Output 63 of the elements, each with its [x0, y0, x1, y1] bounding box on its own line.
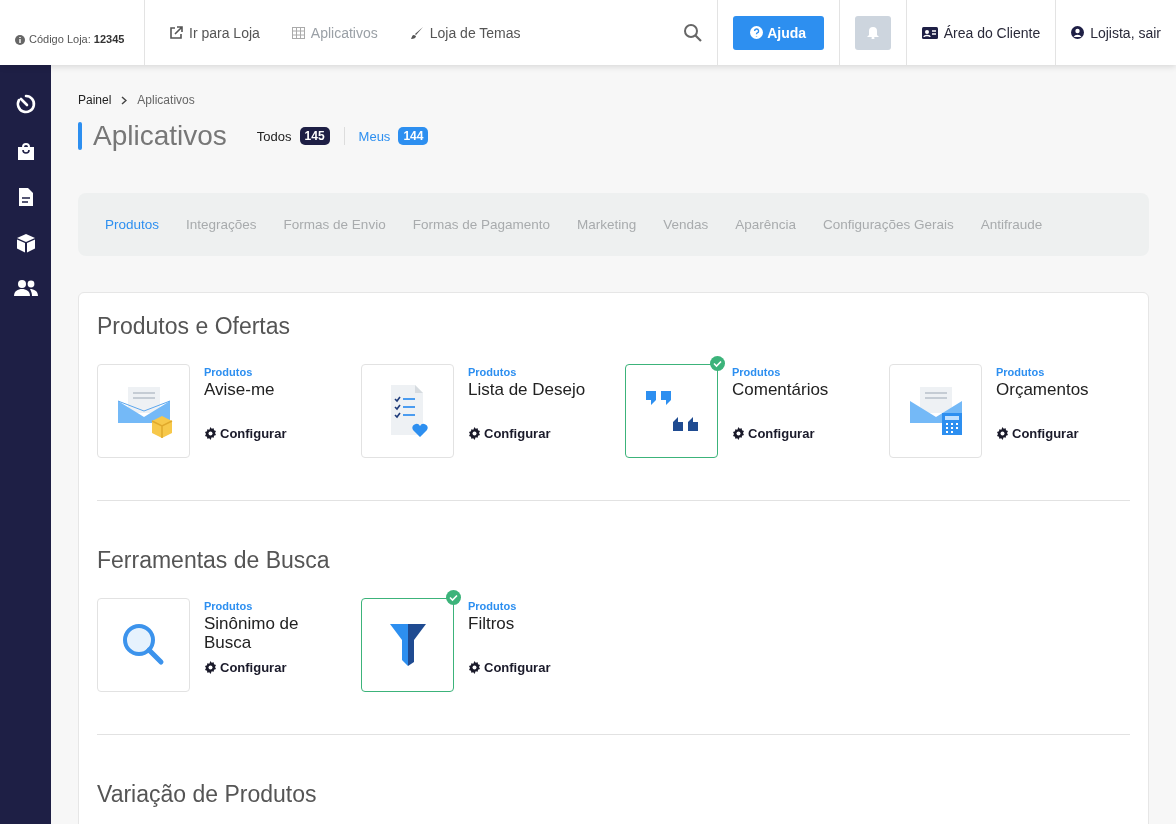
id-card-icon: [921, 26, 938, 39]
app-name: Avise-me: [204, 380, 276, 401]
breadcrumb-item[interactable]: Painel: [78, 93, 112, 107]
brush-icon: [409, 25, 424, 40]
configure-link[interactable]: Configurar: [204, 660, 334, 675]
section-title: Produtos e Ofertas: [97, 313, 292, 340]
gear-icon: [468, 661, 481, 674]
configure-link[interactable]: Configurar: [732, 426, 862, 441]
user-circle-icon: [1071, 26, 1085, 39]
funnel-icon: [387, 622, 428, 668]
info-icon: [15, 35, 25, 45]
logout-link[interactable]: Lojista, sair: [1055, 0, 1176, 65]
app-category: Produtos: [732, 366, 782, 378]
configure-link[interactable]: Configurar: [468, 660, 598, 675]
configure-link[interactable]: Configurar: [468, 426, 598, 441]
app-name: Sinônimo de Busca: [204, 614, 300, 654]
app-name: Comentários: [732, 380, 830, 401]
external-link-icon: [169, 25, 183, 40]
app-name: Filtros: [468, 614, 516, 635]
gear-icon: [204, 661, 217, 674]
check-icon: [710, 356, 725, 371]
question-icon: [750, 26, 764, 39]
filter-tab[interactable]: Meus 144: [343, 127, 443, 145]
check-icon: [446, 590, 461, 605]
section-title: Ferramentas de Busca: [97, 547, 331, 574]
shopping-bag-icon[interactable]: [16, 141, 35, 161]
cube-icon[interactable]: [15, 233, 36, 253]
category-tab[interactable]: Produtos: [105, 217, 160, 232]
app-tile[interactable]: [361, 598, 454, 692]
count-badge: 145: [299, 127, 330, 145]
gear-icon: [996, 427, 1009, 440]
count-badge: 144: [398, 127, 429, 145]
app-category: Produtos: [204, 366, 254, 378]
app-category: Produtos: [468, 600, 518, 612]
grid-icon: [291, 26, 305, 39]
users-icon[interactable]: [13, 279, 38, 297]
breadcrumb-item[interactable]: Aplicativos: [137, 93, 195, 107]
app-category: Produtos: [468, 366, 518, 378]
gear-icon: [468, 427, 481, 440]
help-button[interactable]: Ajuda: [732, 15, 824, 50]
gear-icon: [204, 427, 217, 440]
document-icon[interactable]: [17, 187, 34, 207]
configure-link[interactable]: Configurar: [996, 426, 1126, 441]
quote-marks-icon: [643, 389, 700, 433]
stopwatch-icon[interactable]: [14, 93, 37, 115]
section-title: Variação de Produtos: [97, 781, 318, 808]
filter-tab[interactable]: Todos 145: [256, 127, 344, 145]
client-area-link[interactable]: Área do Cliente: [905, 0, 1056, 65]
app-name: Lista de Desejo: [468, 380, 587, 401]
configure-link[interactable]: Configurar: [204, 426, 334, 441]
nav-link[interactable]: Ir para Loja: [169, 24, 260, 41]
nav-link[interactable]: Loja de Temas: [409, 24, 521, 41]
bell-icon: [866, 26, 879, 39]
chevron-icon: [121, 95, 128, 105]
store-code-label: Código Loja: 12345: [29, 33, 125, 45]
page-title: Aplicativos: [93, 120, 227, 152]
app-tile[interactable]: [625, 364, 718, 458]
app-name: Orçamentos: [996, 380, 1090, 401]
app-category: Produtos: [204, 600, 254, 612]
gear-icon: [732, 427, 745, 440]
app-category: Produtos: [996, 366, 1046, 378]
title-accent: [78, 122, 82, 150]
search-icon[interactable]: [682, 22, 703, 43]
